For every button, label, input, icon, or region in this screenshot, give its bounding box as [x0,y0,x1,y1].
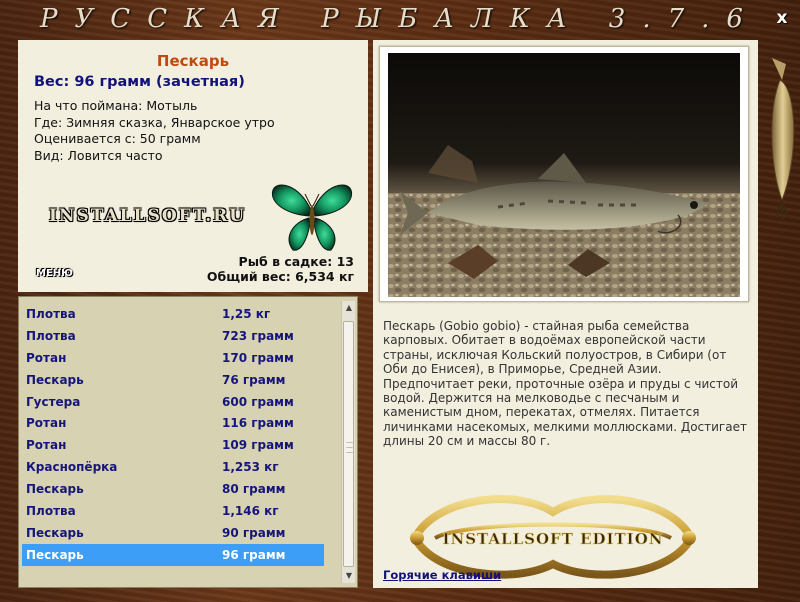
fish-weight: Вес: 96 грамм (зачетная) [34,74,245,90]
valued-from: Оценивается с: 50 грамм [34,131,201,146]
catch-fish-name: Пескарь [26,547,84,562]
menu-button[interactable]: МЕНЮ [36,268,73,279]
installsoft-logo: INSTALLSOFT.RU [49,206,247,226]
window-frame: РУССКАЯ РЫБАЛКА 3.7.6 x Пескарь Вес: 96 … [0,0,800,602]
catch-fish-name: Пескарь [26,372,84,387]
catch-fish-name: Плотва [26,328,76,343]
catch-fish-name: Пескарь [26,525,84,540]
fish-description: Пескарь (Gobio gobio) - стайная рыба сем… [383,319,747,449]
fish-photo-frame [379,46,749,302]
catch-fish-name: Густера [26,394,81,409]
cage-stats: Рыб в садке: 13 Общий вес: 6,534 кг [207,254,354,284]
fish-info-panel: Пескарь Вес: 96 грамм (зачетная) На что … [18,40,368,292]
catch-row[interactable]: Плотва 723 грамм [22,325,324,347]
hotkeys-link[interactable]: Горячие клавиши [383,568,501,582]
catch-fish-name: Ротан [26,438,67,453]
window-title: РУССКАЯ РЫБАЛКА 3.7.6 [40,4,760,34]
catch-frequency: Вид: Ловится часто [34,147,163,163]
chevron-down-icon[interactable]: ▼ [342,569,356,583]
catch-row[interactable]: Густера 600 грамм [22,391,324,413]
catch-row[interactable]: Пескарь 96 грамм [22,543,324,566]
catch-row[interactable]: Ротан 109 грамм [22,434,324,456]
catch-row[interactable]: Пескарь 76 грамм [22,369,324,391]
catch-rows: Плотва 1,25 кг Плотва 723 грамм Ротан 170 гра… [22,303,324,566]
catch-fish-weight: 170 грамм [222,350,294,365]
catch-list[interactable]: Плотва 1,25 кг Плотва 723 грамм Ротан 170 гра… [18,296,358,588]
scrollbar-thumb[interactable]: — — — [343,321,354,567]
catch-fish-weight: 80 грамм [222,482,286,497]
catch-row[interactable]: Пескарь 80 грамм [22,478,324,500]
fish-photo [388,53,740,297]
catch-fish-weight: 109 грамм [222,438,294,453]
catch-row[interactable]: Ротан 116 грамм [22,412,324,434]
lure-icon [771,58,795,220]
catch-row[interactable]: Плотва 1,25 кг [22,303,324,325]
catch-fish-weight: 76 грамм [222,372,286,387]
catch-fish-weight: 116 грамм [222,416,294,431]
chevron-up-icon[interactable]: ▲ [342,301,356,315]
catch-row[interactable]: Краснопёрка 1,253 кг [22,456,324,478]
butterfly-icon [271,184,353,251]
fish-in-cage: Рыб в садке: 13 [238,254,354,269]
grip-icon: — — — [346,438,353,456]
total-weight: Общий вес: 6,534 кг [206,269,354,284]
fish-description-panel: Пескарь (Gobio gobio) - стайная рыба сем… [373,40,758,588]
catch-fish-name: Ротан [26,350,67,365]
catch-fish-weight: 723 грамм [222,328,294,343]
catch-fish-weight: 600 грамм [222,394,294,409]
fish-details: На что поймана: Мотыль Где: Зимняя сказк… [34,98,275,164]
title-bar: РУССКАЯ РЫБАЛКА 3.7.6 x [0,0,800,38]
catch-fish-name: Пескарь [26,482,84,497]
catch-fish-weight: 1,146 кг [222,503,279,518]
fish-name: Пескарь [156,52,230,70]
catch-fish-name: Плотва [26,503,76,518]
list-scrollbar[interactable]: ▲ — — — ▼ [341,301,355,583]
catch-location: Где: Зимняя сказка, Январское утро [34,114,275,130]
close-icon[interactable]: x [772,8,792,28]
catch-fish-weight: 90 грамм [222,525,286,540]
catch-fish-weight: 1,25 кг [222,306,271,321]
catch-row[interactable]: Ротан 170 грамм [22,347,324,369]
catch-row[interactable]: Пескарь 90 грамм [22,522,324,544]
catch-fish-name: Ротан [26,416,67,431]
catch-fish-name: Плотва [26,306,76,321]
catch-fish-name: Краснопёрка [26,460,118,475]
catch-row[interactable]: Плотва 1,146 кг [22,500,324,522]
catch-fish-weight: 1,253 кг [222,460,279,475]
edition-logo-text: INSTALLSOFT EDITION [443,530,664,548]
caught-with: На что поймана: Мотыль [34,98,198,113]
catch-fish-weight: 96 грамм [222,547,286,562]
